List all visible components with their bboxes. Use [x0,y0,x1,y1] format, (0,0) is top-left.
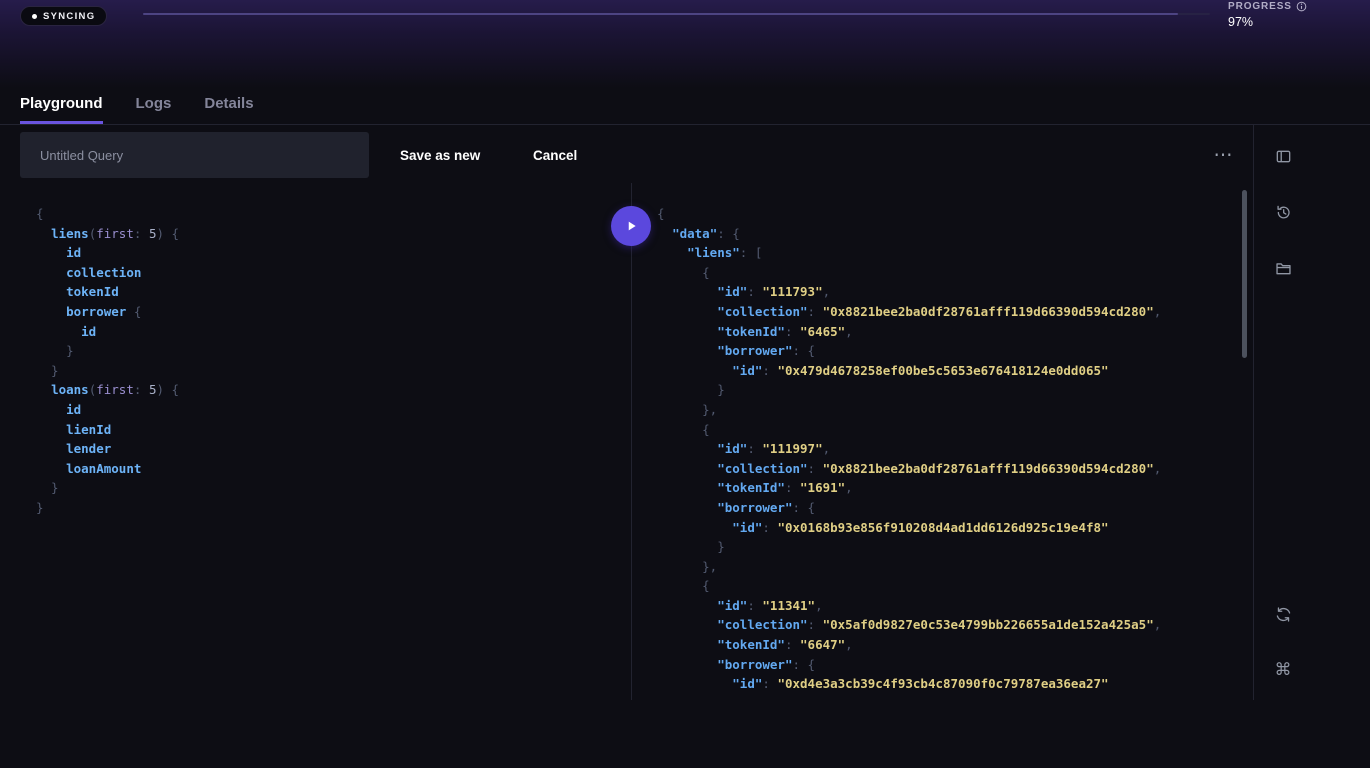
code-line: "borrower": { [657,655,1237,675]
tabs-divider [0,124,1370,125]
code-line: }, [657,400,1237,420]
code-line: } [36,478,616,498]
sync-progress-fill [143,13,1178,15]
progress-value: 97% [1228,15,1307,29]
code-line: "borrower": { [657,498,1237,518]
code-line: "collection": "0x8821bee2ba0df28761afff1… [657,302,1237,322]
results-viewer: { "data": { "liens": [ { "id": "111793",… [657,204,1237,700]
syncing-label: SYNCING [43,11,95,22]
code-line: { [657,420,1237,440]
code-line: } [657,537,1237,557]
code-line: liens(first: 5) { [36,224,616,244]
code-line: { [36,204,616,224]
code-line: loans(first: 5) { [36,380,616,400]
code-line: { [657,263,1237,283]
tab-logs[interactable]: Logs [136,95,172,124]
command-icon[interactable]: ⌘ [1272,659,1294,681]
code-line: "id": "111997", [657,439,1237,459]
code-line: borrower { [36,302,616,322]
code-line: lender [36,439,616,459]
top-status-bar: SYNCING PROGRESS 97% [0,0,1370,88]
code-line: collection [36,263,616,283]
code-line: { [657,576,1237,596]
history-icon[interactable] [1272,201,1294,223]
sync-progress-bar [143,13,1210,15]
code-line: id [36,243,616,263]
progress-indicator: PROGRESS 97% [1228,1,1307,29]
tab-bar: Playground Logs Details [20,95,254,124]
code-line: } [36,361,616,381]
code-line: "collection": "0x5af0d9827e0c53e4799bb22… [657,615,1237,635]
code-line: id [36,400,616,420]
save-as-new-button[interactable]: Save as new [400,132,480,178]
code-line: tokenId [36,282,616,302]
code-line: "id": "0x479d4678258ef00be5c5653e6764181… [657,361,1237,381]
code-line: } [657,380,1237,400]
docs-icon[interactable] [1272,145,1294,167]
info-icon[interactable] [1296,1,1307,12]
code-line: "borrower": { [657,341,1237,361]
code-line: "collection": "0x8821bee2ba0df28761afff1… [657,459,1237,479]
refresh-icon[interactable] [1272,603,1294,625]
progress-label: PROGRESS [1228,1,1292,12]
code-line: "tokenId": "1691", [657,478,1237,498]
code-line: id [36,322,616,342]
folder-icon[interactable] [1272,257,1294,279]
play-icon [622,217,640,235]
code-line: "liens": [ [657,243,1237,263]
code-line: "id": "111793", [657,282,1237,302]
tab-details[interactable]: Details [204,95,253,124]
code-line: "id": "0xd4e3a3cb39c4f93cb4c87090f0c7978… [657,674,1237,694]
query-editor[interactable]: { liens(first: 5) { id collection tokenI… [36,204,616,700]
code-line: "data": { [657,224,1237,244]
code-line: loanAmount [36,459,616,479]
code-line: { [657,204,1237,224]
more-options-button[interactable]: ⋯ [1204,132,1244,178]
run-query-button[interactable] [611,206,651,246]
syncing-badge: SYNCING [20,6,107,26]
code-line: "id": "11341", [657,596,1237,616]
query-name-input[interactable] [20,132,369,178]
sidebar-divider [1253,124,1254,700]
tab-playground[interactable]: Playground [20,95,103,124]
code-line: }, [657,557,1237,577]
code-line: "tokenId": "6465", [657,322,1237,342]
code-line: "id": "0x0168b93e856f910208d4ad1dd6126d9… [657,518,1237,538]
code-line: } [36,341,616,361]
code-line: "tokenId": "6647", [657,635,1237,655]
code-line: } [36,498,616,518]
cancel-button[interactable]: Cancel [533,132,577,178]
code-line: lienId [36,420,616,440]
syncing-dot-icon [32,14,37,19]
results-scrollbar[interactable] [1242,190,1247,358]
pane-divider [631,183,632,700]
